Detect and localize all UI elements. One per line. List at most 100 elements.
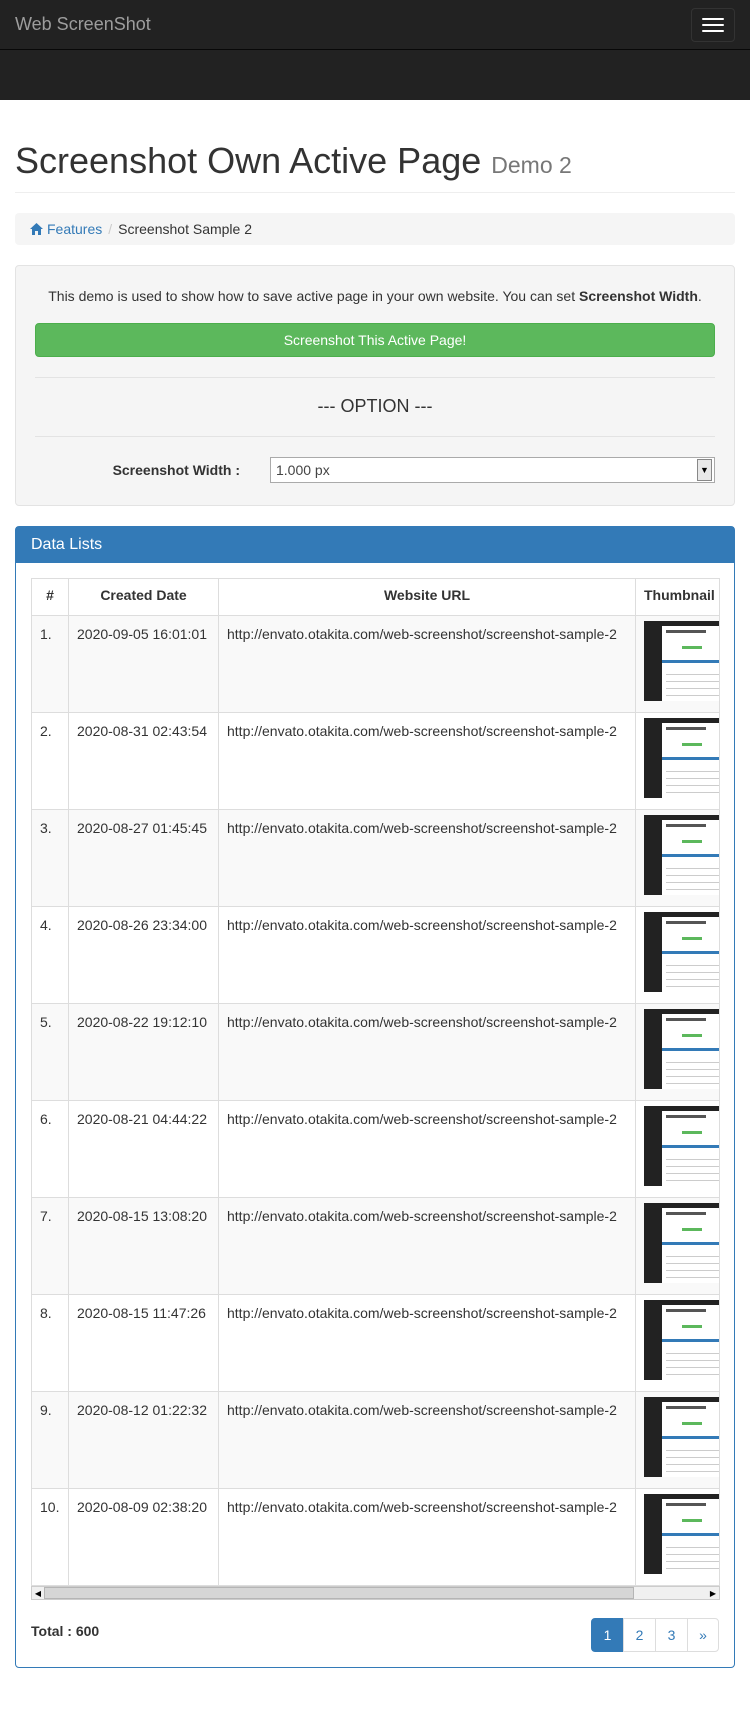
row-number: 2. [31,712,69,810]
page-button-1[interactable]: 1 [591,1618,624,1652]
table-row: 6. 2020-08-21 04:44:22 http://envato.otaki… [31,1100,719,1198]
row-created-date: 2020-09-05 16:01:01 [68,615,219,713]
column-header: Website URL [218,578,636,616]
row-number: 8. [31,1294,69,1392]
data-table: # Created Date Website URL Thumbnail 1. 2… [31,578,719,1586]
row-website-url: http://envato.otakita.com/web-screenshot… [218,1294,636,1392]
hamburger-menu-icon[interactable] [691,7,735,42]
thumbnail-image[interactable] [644,621,719,701]
breadcrumb-current: Screenshot Sample 2 [118,221,252,237]
row-website-url: http://envato.otakita.com/web-screenshot… [218,1197,636,1295]
row-thumbnail-cell [635,615,719,713]
table-row: 5. 2020-08-22 19:12:10 http://envato.otaki… [31,1003,719,1101]
page-title: Screenshot Own Active Page Demo 2 [15,140,572,181]
breadcrumb-features-label: Features [47,221,103,237]
thumbnail-image[interactable] [644,718,719,798]
intro-bold: Screenshot Width [578,288,698,304]
breadcrumb: Features / Screenshot Sample 2 [15,213,735,245]
brand-link[interactable]: Web ScreenShot [15,14,151,35]
divider [35,436,715,437]
width-select-value: 1.000 px [276,462,330,478]
row-created-date: 2020-08-09 02:38:20 [68,1488,219,1586]
thumbnail-image[interactable] [644,815,719,895]
options-well: This demo is used to show how to save ac… [15,265,735,506]
row-number: 10. [31,1488,69,1586]
row-created-date: 2020-08-15 13:08:20 [68,1197,219,1295]
scrollbar-thumb[interactable] [44,1587,634,1599]
next-page-button[interactable]: » [687,1618,719,1652]
row-website-url: http://envato.otakita.com/web-screenshot… [218,712,636,810]
main-container: Screenshot Own Active Page Demo 2 Featur… [0,140,750,1668]
thumbnail-image[interactable] [644,1300,719,1380]
row-website-url: http://envato.otakita.com/web-screenshot… [218,906,636,1004]
row-created-date: 2020-08-21 04:44:22 [68,1100,219,1198]
panel-title: Data Lists [16,527,734,563]
width-label: Screenshot Width : [112,462,240,478]
page-button-3[interactable]: 3 [655,1618,688,1652]
row-number: 7. [31,1197,69,1295]
table-row: 4. 2020-08-26 23:34:00 http://envato.otaki… [31,906,719,1004]
column-header: Created Date [68,578,219,616]
screenshot-button[interactable]: Screenshot This Active Page! [35,323,715,357]
table-row: 1. 2020-09-05 16:01:01 http://envato.otaki… [31,615,719,713]
row-thumbnail-cell [635,1294,719,1392]
table-row: 8. 2020-08-15 11:47:26 http://envato.otaki… [31,1294,719,1392]
row-number: 3. [31,809,69,907]
row-thumbnail-cell [635,809,719,907]
thumbnail-image[interactable] [644,1397,719,1477]
width-select[interactable]: 1.000 px ▼ [270,457,715,483]
scroll-left-icon[interactable]: ◀ [32,1587,44,1599]
home-icon [30,223,43,235]
page-header: Screenshot Own Active Page Demo 2 [15,140,735,193]
panel-body: # Created Date Website URL Thumbnail 1. 2… [16,563,734,1667]
column-header: # [31,578,69,616]
thumbnail-image[interactable] [644,1494,719,1574]
row-website-url: http://envato.otakita.com/web-screenshot… [218,615,636,713]
divider [35,377,715,378]
row-website-url: http://envato.otakita.com/web-screenshot… [218,809,636,907]
row-number: 6. [31,1100,69,1198]
row-created-date: 2020-08-12 01:22:32 [68,1391,219,1489]
breadcrumb-features-link[interactable]: Features [30,221,102,237]
thumbnail-image[interactable] [644,1203,719,1283]
thumbnail-image[interactable] [644,912,719,992]
total-count: Total : 600 [31,1623,100,1639]
page-subtitle: Demo 2 [491,152,572,178]
row-created-date: 2020-08-22 19:12:10 [68,1003,219,1101]
row-number: 1. [31,615,69,713]
table-row: 2. 2020-08-31 02:43:54 http://envato.otaki… [31,712,719,810]
navbar: Web ScreenShot [0,0,750,50]
data-lists-panel: Data Lists # Created Date Website URL Th… [15,526,735,1668]
intro-text: This demo is used to show how to save ac… [48,288,702,304]
table-row: 10. 2020-08-09 02:38:20 http://envato.otak… [31,1488,719,1586]
table-footer: Total : 600 1 2 3» [31,1618,719,1652]
thumbnail-image[interactable] [644,1106,719,1186]
row-website-url: http://envato.otakita.com/web-screenshot… [218,1488,636,1586]
scroll-right-icon[interactable]: ▶ [707,1587,719,1599]
row-thumbnail-cell [635,1488,719,1586]
row-thumbnail-cell [635,906,719,1004]
column-header: Thumbnail [635,578,719,616]
row-created-date: 2020-08-31 02:43:54 [68,712,219,810]
table-row: 7. 2020-08-15 13:08:20 http://envato.otaki… [31,1197,719,1295]
row-created-date: 2020-08-27 01:45:45 [68,809,219,907]
option-title: --- OPTION --- [317,396,433,416]
navbar-collapse-area [0,50,750,100]
row-number: 5. [31,1003,69,1101]
row-created-date: 2020-08-26 23:34:00 [68,906,219,1004]
thumbnail-image[interactable] [644,1009,719,1089]
horizontal-scrollbar[interactable]: ◀ ▶ [31,1586,720,1600]
row-thumbnail-cell [635,1391,719,1489]
row-number: 4. [31,906,69,1004]
row-created-date: 2020-08-15 11:47:26 [68,1294,219,1392]
row-number: 9. [31,1391,69,1489]
row-thumbnail-cell [635,1003,719,1101]
row-thumbnail-cell [635,712,719,810]
page-button-2[interactable]: 2 [623,1618,656,1652]
table-scroll-container[interactable]: # Created Date Website URL Thumbnail 1. 2… [31,578,720,1586]
row-website-url: http://envato.otakita.com/web-screenshot… [218,1003,636,1101]
table-row: 9. 2020-08-12 01:22:32 http://envato.otaki… [31,1391,719,1489]
row-website-url: http://envato.otakita.com/web-screenshot… [218,1391,636,1489]
row-website-url: http://envato.otakita.com/web-screenshot… [218,1100,636,1198]
chevron-down-icon[interactable]: ▼ [697,459,712,481]
